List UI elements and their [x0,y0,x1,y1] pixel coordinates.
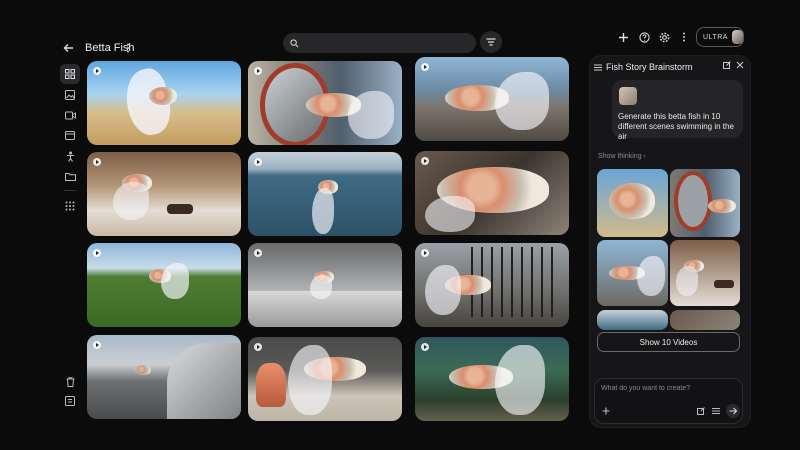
search-bar[interactable] [283,33,476,53]
video-tile[interactable] [415,57,569,141]
gear-icon [659,32,669,42]
video-tile[interactable] [87,243,241,327]
play-icon [421,249,429,257]
play-icon [421,63,429,71]
account-badge[interactable]: ULTRA [696,27,744,47]
rail-person-button[interactable] [60,146,80,166]
arrow-left-icon [63,44,73,52]
panel-icon [65,396,75,406]
kebab-icon [683,32,685,42]
video-tile[interactable] [415,243,569,327]
result-thumbnail[interactable] [597,169,668,237]
plus-icon [602,407,610,415]
avatar [731,30,743,44]
prompt-composer [594,378,743,424]
back-button[interactable] [60,40,78,56]
play-icon [254,158,262,166]
rail-grid-button[interactable] [60,64,80,84]
filter-icon [486,38,496,46]
panel-close-button[interactable] [735,60,745,70]
help-icon [638,31,650,43]
plus-icon [618,32,628,42]
play-icon [93,158,101,166]
video-icon [64,111,76,119]
result-thumbnail[interactable] [597,240,668,306]
trash-icon [66,377,74,387]
video-tile[interactable] [415,337,569,421]
edit-icon [723,61,731,69]
video-tile[interactable] [87,152,241,236]
composer-image-button[interactable] [695,405,707,417]
rail-info-button[interactable] [60,391,80,411]
message-attachment-thumbnail[interactable] [619,87,637,105]
menu-icon [594,64,602,70]
close-icon [736,61,744,69]
result-thumbnail[interactable] [670,310,740,330]
panel-title: Fish Story Brainstorm [606,62,693,72]
search-icon [290,38,299,47]
person-icon [66,151,74,162]
result-thumbnail[interactable] [597,310,668,330]
image-icon [65,90,75,100]
play-icon [254,67,262,75]
image-edit-icon [697,407,705,415]
prompt-input[interactable] [601,385,736,399]
plan-badge: ULTRA [703,33,728,41]
rail-trash-button[interactable] [60,372,80,392]
video-tile[interactable] [248,61,402,145]
result-thumbnail[interactable] [670,240,740,306]
settings-button[interactable] [655,28,673,46]
result-thumbnail[interactable] [670,169,740,237]
rail-film-button[interactable] [60,125,80,145]
panel-edit-button[interactable] [722,60,732,70]
folder-icon [64,172,76,181]
sliders-icon [712,408,720,414]
video-tile[interactable] [87,61,241,145]
rail-image-button[interactable] [60,85,80,105]
play-icon [254,343,262,351]
video-tile[interactable] [415,151,569,235]
video-tile[interactable] [248,337,402,421]
kebab-icon [127,43,129,53]
composer-add-button[interactable] [600,405,612,417]
arrow-right-icon [729,407,737,415]
show-thinking-label: Show thinking [598,153,642,160]
video-tile[interactable] [87,335,241,419]
title-more-button[interactable] [122,40,134,56]
more-button[interactable] [675,28,693,46]
rail-divider [64,190,76,191]
play-icon [93,67,101,75]
video-tile[interactable] [248,243,402,327]
show-videos-button[interactable]: Show 10 Videos [597,332,740,352]
video-tile[interactable] [248,152,402,236]
composer-settings-button[interactable] [710,405,722,417]
film-icon [65,130,75,140]
rail-apps-button[interactable] [60,196,80,216]
search-input[interactable] [305,37,465,49]
play-icon [254,249,262,257]
filter-button[interactable] [480,31,502,53]
help-button[interactable] [635,28,653,46]
play-icon [93,249,101,257]
panel-menu-button[interactable] [593,62,603,72]
play-icon [93,341,101,349]
play-icon [421,157,429,165]
chevron-right-icon: › [643,153,646,160]
rail-video-button[interactable] [60,105,80,125]
send-button[interactable] [726,404,740,418]
rail-folder-button[interactable] [60,166,80,186]
user-message-text: Generate this betta fish in 10 different… [618,112,734,141]
apps-icon [65,201,75,211]
show-thinking-link[interactable]: Show thinking › [598,153,646,160]
grid-icon [65,69,75,79]
add-button[interactable] [614,28,632,46]
play-icon [421,343,429,351]
